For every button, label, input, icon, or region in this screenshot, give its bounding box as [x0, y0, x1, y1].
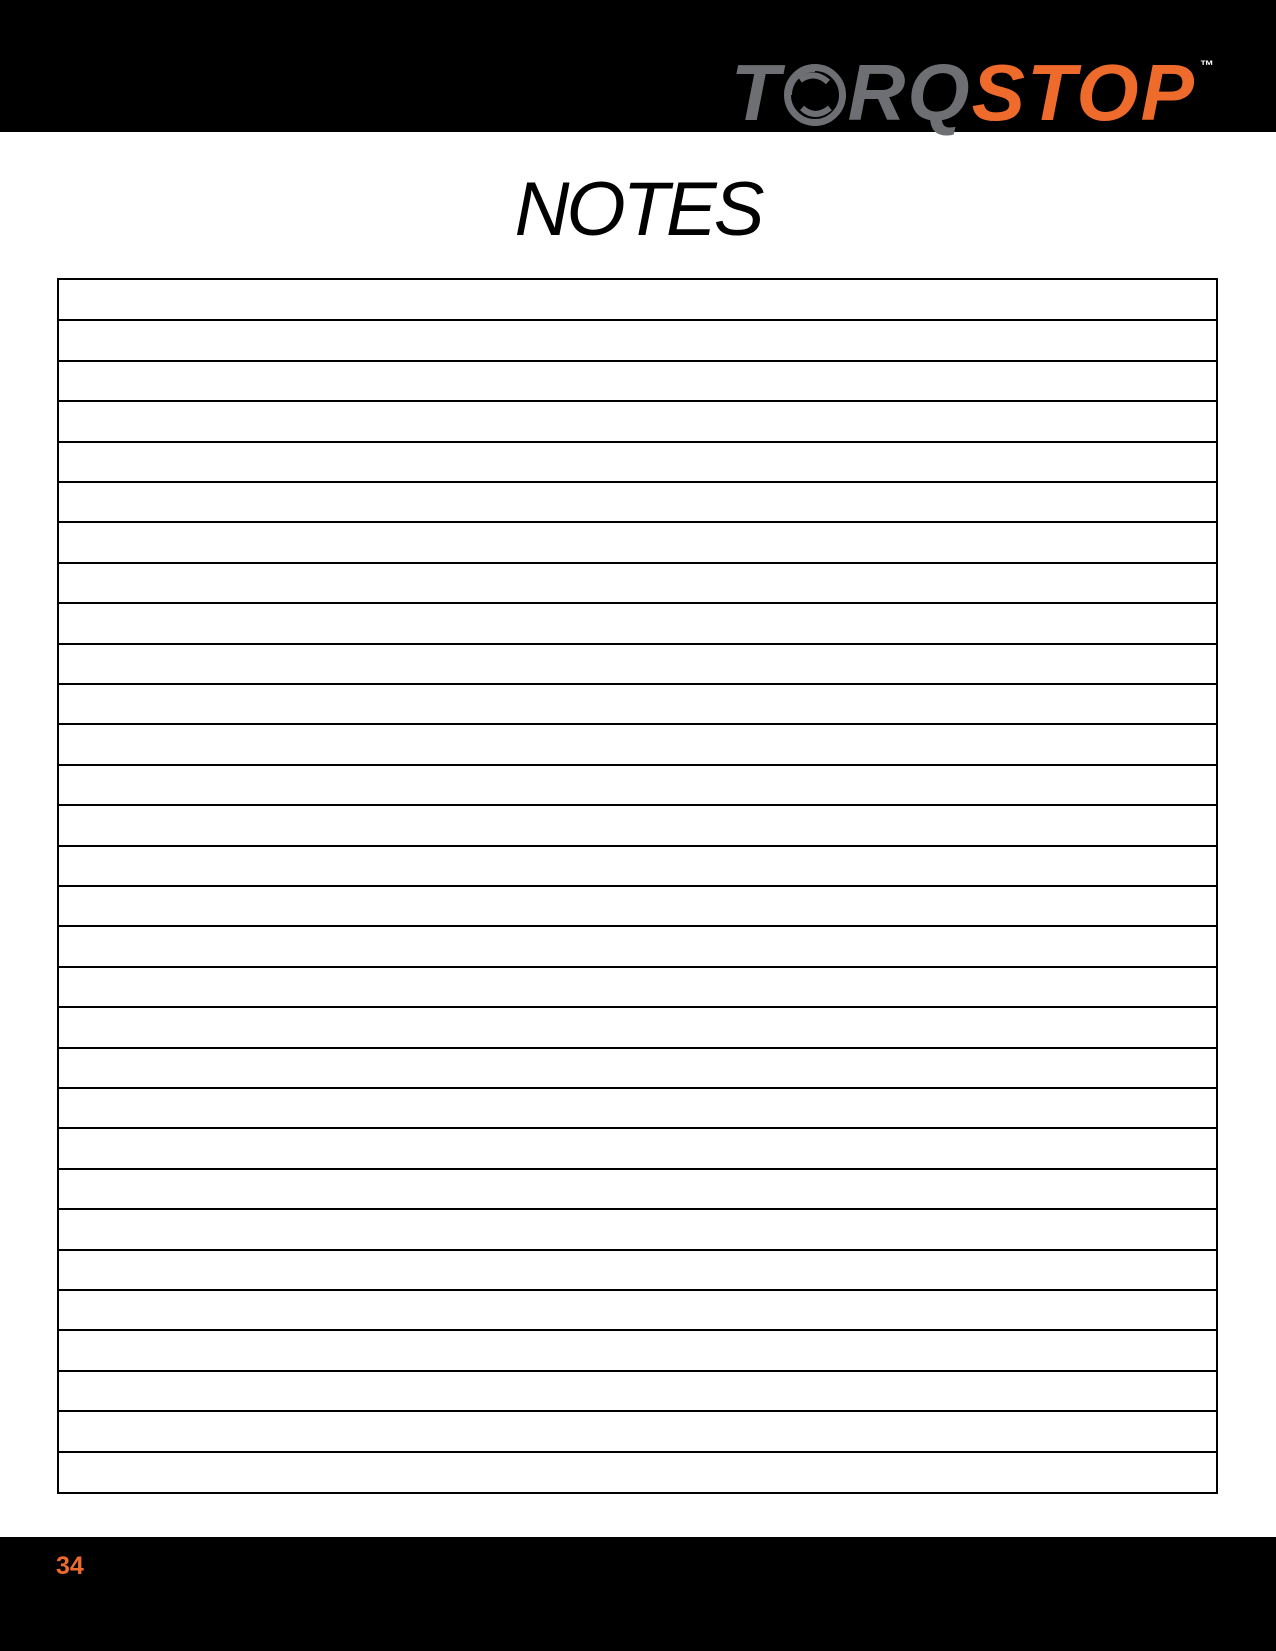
ruled-line	[59, 885, 1216, 887]
swirl-o-icon	[783, 64, 846, 126]
ruled-line	[59, 966, 1216, 968]
logo-torq: T RQ	[731, 48, 972, 138]
ruled-line	[59, 562, 1216, 564]
ruled-line	[59, 925, 1216, 927]
ruled-line	[59, 1006, 1216, 1008]
ruled-line	[59, 1168, 1216, 1170]
trademark-symbol: ™	[1200, 57, 1214, 73]
ruled-line	[59, 643, 1216, 645]
notes-ruled-box	[57, 278, 1218, 1494]
ruled-line	[59, 1289, 1216, 1291]
ruled-line	[59, 683, 1216, 685]
ruled-line	[59, 1451, 1216, 1453]
page-title: NOTES	[514, 167, 765, 252]
header-bar: T RQ STOP ™	[0, 0, 1276, 137]
footer-bar	[0, 1537, 1276, 1651]
ruled-line	[59, 723, 1216, 725]
ruled-line	[59, 400, 1216, 402]
ruled-line	[59, 481, 1216, 483]
ruled-line	[59, 441, 1216, 443]
ruled-line	[59, 521, 1216, 523]
logo-letters-rq: RQ	[847, 48, 972, 137]
ruled-line	[59, 1087, 1216, 1089]
logo-letter-t: T	[730, 48, 782, 137]
torqstop-logo: T RQ STOP ™	[731, 48, 1214, 138]
ruled-line	[59, 602, 1216, 604]
ruled-line	[59, 1127, 1216, 1129]
ruled-line	[59, 845, 1216, 847]
ruled-line	[59, 1249, 1216, 1251]
ruled-line	[59, 1329, 1216, 1331]
logo-stop: STOP	[971, 48, 1196, 137]
ruled-line	[59, 319, 1216, 321]
ruled-line	[59, 1208, 1216, 1210]
ruled-line	[59, 764, 1216, 766]
ruled-line	[59, 804, 1216, 806]
ruled-line	[59, 1370, 1216, 1372]
ruled-line	[59, 1410, 1216, 1412]
ruled-line	[59, 1047, 1216, 1049]
ruled-line	[59, 360, 1216, 362]
page-number: 34	[56, 1552, 84, 1580]
